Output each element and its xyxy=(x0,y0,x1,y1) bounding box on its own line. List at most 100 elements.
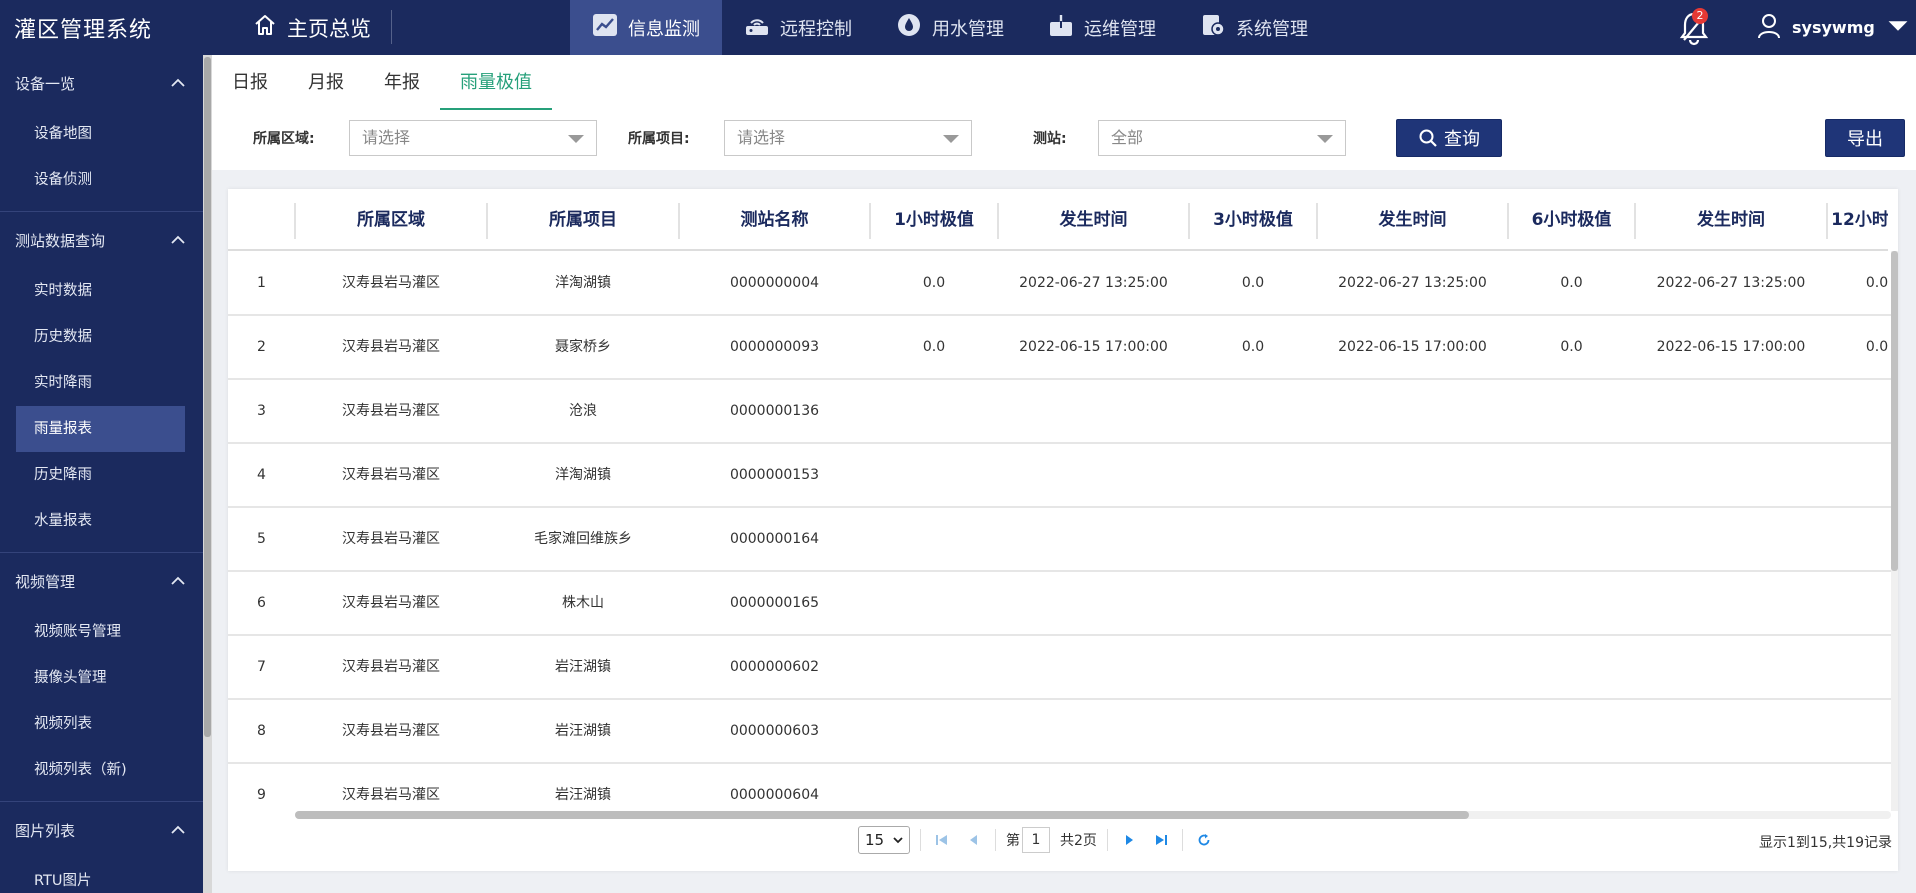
column-divider[interactable] xyxy=(1634,203,1636,239)
nav-system-management[interactable]: 系统管理 xyxy=(1178,0,1330,55)
user-menu[interactable]: sysywmg xyxy=(1758,0,1909,55)
scrollbar-thumb[interactable] xyxy=(295,811,1469,819)
scrollbar-thumb[interactable] xyxy=(1891,251,1898,571)
column-header-max-1h: 1小时极值 xyxy=(894,210,974,230)
cell-time-1h xyxy=(998,444,1189,506)
cell-max-3h xyxy=(1189,508,1317,570)
sidebar-group-title: 设备一览 xyxy=(15,74,76,93)
sidebar-group-header[interactable]: 视频管理 xyxy=(0,553,203,609)
cell-time-3h xyxy=(1317,700,1508,762)
cell-max-3h xyxy=(1189,444,1317,506)
sidebar-group-images: 图片列表 RTU图片 xyxy=(0,802,203,893)
table-row[interactable]: 1 汉寿县岩马灌区 洋淘湖镇 0000000004 0.0 2022-06-27 13:2… xyxy=(228,252,1893,316)
export-button[interactable]: 导出 xyxy=(1825,119,1905,157)
column-divider[interactable] xyxy=(1826,203,1828,239)
column-divider[interactable] xyxy=(997,203,999,239)
cell-time-1h xyxy=(998,764,1189,804)
sidebar-item-water-report[interactable]: 水量报表 xyxy=(16,498,185,544)
column-divider[interactable] xyxy=(486,203,488,239)
sidebar-item-video-account[interactable]: 视频账号管理 xyxy=(16,609,185,655)
table-row[interactable]: 7 汉寿县岩马灌区 岩汪湖镇 0000000602 xyxy=(228,636,1893,700)
sidebar-group-header[interactable]: 测站数据查询 xyxy=(0,212,203,268)
scrollbar-thumb[interactable] xyxy=(204,57,211,737)
column-divider[interactable] xyxy=(1316,203,1318,239)
sidebar-item-history-data[interactable]: 历史数据 xyxy=(16,314,185,360)
sidebar-item-rain-report[interactable]: 雨量报表 xyxy=(16,406,185,452)
cell-max-1h: 0.0 xyxy=(922,339,946,355)
region-select[interactable]: 请选择 xyxy=(349,120,597,156)
project-select[interactable]: 请选择 xyxy=(724,120,972,156)
table-row[interactable]: 9 汉寿县岩马灌区 岩汪湖镇 0000000604 xyxy=(228,764,1893,804)
cell-max-1h xyxy=(870,380,998,442)
prev-page-icon xyxy=(970,835,977,845)
sidebar-item-history-rain[interactable]: 历史降雨 xyxy=(16,452,185,498)
last-page-button[interactable] xyxy=(1150,829,1172,851)
sidebar-item-video-list[interactable]: 视频列表 xyxy=(16,701,185,747)
sidebar-scrollbar[interactable] xyxy=(203,55,212,893)
sidebar-item-realtime-data[interactable]: 实时数据 xyxy=(16,268,185,314)
cell-region: 汉寿县岩马灌区 xyxy=(342,531,440,547)
cell-max-3h xyxy=(1189,572,1317,634)
user-icon xyxy=(1758,13,1780,43)
sidebar-item-video-list-new[interactable]: 视频列表（新) xyxy=(16,747,185,793)
cell-station-name: 0000000004 xyxy=(729,275,820,291)
sidebar-item-device-detect[interactable]: 设备侦测 xyxy=(16,157,185,203)
column-header-station-name: 测站名称 xyxy=(740,210,809,230)
column-divider[interactable] xyxy=(1507,203,1509,239)
tab-monthly[interactable]: 月报 xyxy=(288,55,364,110)
column-divider[interactable] xyxy=(1188,203,1190,239)
sidebar-item-device-map[interactable]: 设备地图 xyxy=(16,111,185,157)
query-button[interactable]: 查询 xyxy=(1396,119,1502,157)
column-divider[interactable] xyxy=(294,203,296,239)
cell-max-1h: 0.0 xyxy=(922,275,946,291)
cell-station-name: 0000000603 xyxy=(729,723,820,739)
sidebar-group-header[interactable]: 图片列表 xyxy=(0,802,203,858)
page-size-select[interactable]: 15 xyxy=(858,826,910,854)
nav-info-monitor[interactable]: 信息监测 xyxy=(570,0,722,55)
nav-label: 系统管理 xyxy=(1236,18,1308,40)
cell-max-6h xyxy=(1508,764,1635,804)
nav-remote-control[interactable]: 远程控制 xyxy=(722,0,874,55)
next-page-button[interactable] xyxy=(1118,829,1140,851)
region-label: 所属区域: xyxy=(253,131,315,147)
sidebar-item-rtu-images[interactable]: RTU图片 xyxy=(16,858,185,893)
column-header-time-1h: 发生时间 xyxy=(1059,210,1128,230)
query-label: 查询 xyxy=(1444,129,1480,150)
first-page-button[interactable] xyxy=(931,829,953,851)
cell-region: 汉寿县岩马灌区 xyxy=(342,403,440,419)
table-row[interactable]: 6 汉寿县岩马灌区 株木山 0000000165 xyxy=(228,572,1893,636)
prev-page-button[interactable] xyxy=(963,829,985,851)
table-vertical-scrollbar[interactable] xyxy=(1891,251,1898,811)
sidebar-group-header[interactable]: 设备一览 xyxy=(0,55,203,111)
cell-max-3h: 0.0 xyxy=(1241,339,1265,355)
first-page-icon xyxy=(936,835,947,845)
next-page-icon xyxy=(1125,835,1133,845)
sidebar-group-devices: 设备一览 设备地图 设备侦测 xyxy=(0,55,203,212)
table-row[interactable]: 4 汉寿县岩马灌区 洋淘湖镇 0000000153 xyxy=(228,444,1893,508)
cell-max-1h xyxy=(870,700,998,762)
column-divider[interactable] xyxy=(678,203,680,239)
table-row[interactable]: 3 汉寿县岩马灌区 沧浪 0000000136 xyxy=(228,380,1893,444)
column-divider[interactable] xyxy=(869,203,871,239)
nav-water-management[interactable]: 用水管理 xyxy=(874,0,1026,55)
table-row[interactable]: 8 汉寿县岩马灌区 岩汪湖镇 0000000603 xyxy=(228,700,1893,764)
cell-time-6h xyxy=(1635,444,1827,506)
home-overview-link[interactable]: 主页总览 xyxy=(205,0,392,55)
tab-rain-extremes[interactable]: 雨量极值 xyxy=(440,55,552,110)
main-nav: 信息监测 远程控制 用水管理 运维管理 系统管理 xyxy=(570,0,1330,55)
tab-daily[interactable]: 日报 xyxy=(212,55,288,110)
cell-max-12h xyxy=(1827,508,1893,570)
station-select[interactable]: 全部 xyxy=(1098,120,1346,156)
tab-yearly[interactable]: 年报 xyxy=(364,55,440,110)
table-row[interactable]: 2 汉寿县岩马灌区 聂家桥乡 0000000093 0.0 2022-06-15 17:0… xyxy=(228,316,1893,380)
sidebar-item-realtime-rain[interactable]: 实时降雨 xyxy=(16,360,185,406)
table-row[interactable]: 5 汉寿县岩马灌区 毛家滩回维族乡 0000000164 xyxy=(228,508,1893,572)
cell-station-name: 0000000093 xyxy=(729,339,820,355)
table-horizontal-scrollbar[interactable] xyxy=(295,811,1891,819)
page-number-input[interactable]: 1 xyxy=(1022,827,1050,853)
nav-maintenance[interactable]: 运维管理 xyxy=(1026,0,1178,55)
sidebar-item-camera[interactable]: 摄像头管理 xyxy=(16,655,185,701)
chevron-up-icon xyxy=(171,576,185,585)
refresh-button[interactable] xyxy=(1193,829,1215,851)
project-select-value: 请选择 xyxy=(737,128,786,147)
